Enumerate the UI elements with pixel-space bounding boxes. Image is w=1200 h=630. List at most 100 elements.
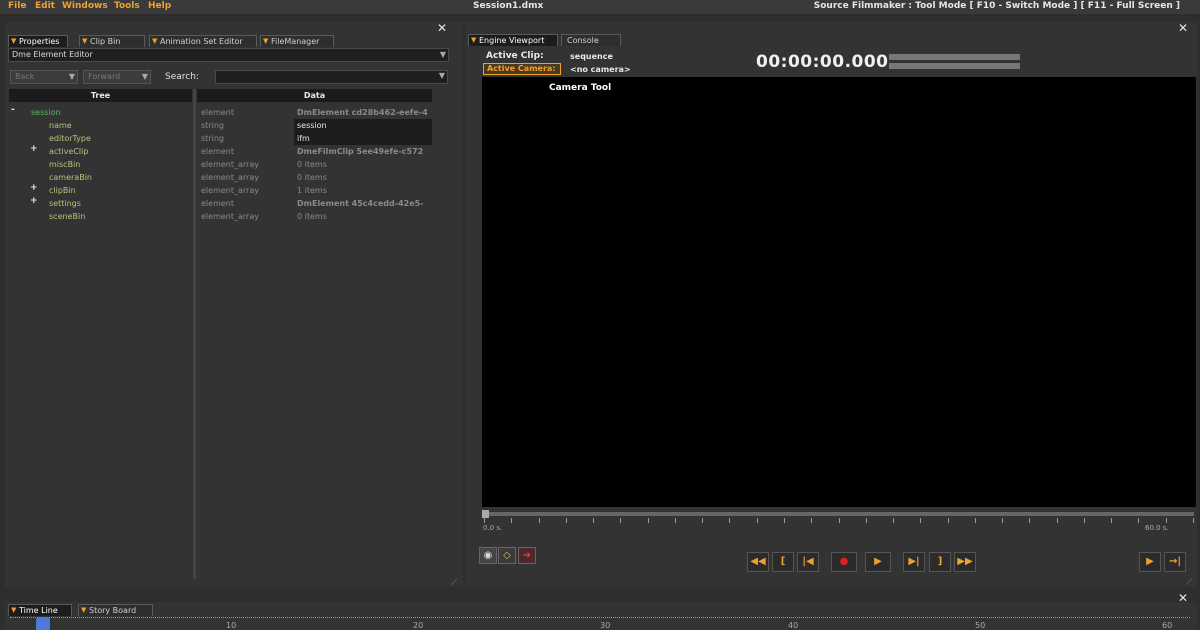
viewport-time-ruler bbox=[484, 518, 1194, 523]
tab-menu-arrow-icon: ▼ bbox=[263, 37, 269, 45]
tree-node-type: element bbox=[201, 108, 234, 117]
tab-menu-arrow-icon: ▼ bbox=[152, 37, 158, 45]
active-clip-value: sequence bbox=[570, 52, 613, 61]
scrubber-handle[interactable] bbox=[482, 510, 489, 518]
forward-button[interactable]: Forward ▼ bbox=[83, 70, 151, 84]
resize-grip-icon[interactable]: ⟋ bbox=[451, 578, 457, 588]
resize-grip-icon[interactable]: ⟋ bbox=[1186, 578, 1192, 588]
tree-node-name[interactable]: session bbox=[31, 106, 61, 119]
range-start-label: 0.0 s. bbox=[483, 524, 503, 532]
engine-viewport[interactable] bbox=[482, 77, 1196, 507]
fast-forward-button[interactable]: ▶▶ bbox=[954, 552, 976, 572]
timecode-display: 00:00:00.000 bbox=[756, 52, 889, 72]
timeline-tick-label: 60 bbox=[1162, 621, 1173, 630]
menu-edit[interactable]: Edit bbox=[35, 1, 55, 11]
rewind-button[interactable]: ◀◀ bbox=[747, 552, 769, 572]
editor-type-value: Dme Element Editor bbox=[12, 50, 93, 59]
close-icon[interactable]: ✕ bbox=[1178, 22, 1188, 34]
play-forward-button[interactable]: ▶ bbox=[1139, 552, 1161, 572]
chevron-down-icon: ▼ bbox=[439, 50, 446, 59]
tab-properties[interactable]: ▼ Properties bbox=[8, 35, 68, 47]
level-meter bbox=[889, 63, 1020, 69]
tab-menu-arrow-icon: ▼ bbox=[11, 37, 17, 45]
chevron-down-icon: ▼ bbox=[68, 72, 75, 81]
tree-node-name[interactable]: miscBin bbox=[49, 158, 80, 171]
jump-to-end-button[interactable]: →| bbox=[1164, 552, 1186, 572]
document-title: Session1.dmx bbox=[473, 1, 544, 11]
tab-animation-set-editor[interactable]: ▼ Animation Set Editor bbox=[149, 35, 257, 47]
expand-icon[interactable]: + bbox=[30, 144, 38, 154]
close-icon[interactable]: ✕ bbox=[1178, 592, 1188, 604]
tree-node-value: 0 items bbox=[297, 212, 327, 221]
tree-node-type: element_array bbox=[201, 212, 259, 221]
tree-node-type: string bbox=[201, 134, 224, 143]
tree-node-name[interactable]: clipBin bbox=[49, 184, 76, 197]
tab-menu-arrow-icon: ▼ bbox=[82, 37, 88, 45]
menu-help[interactable]: Help bbox=[148, 1, 171, 11]
tree-node-value: DmElement 45c4cedd-42e5- bbox=[297, 199, 424, 208]
tab-story-board[interactable]: ▼ Story Board bbox=[78, 604, 153, 616]
close-icon[interactable]: ✕ bbox=[437, 22, 447, 34]
time-scrubber[interactable] bbox=[484, 512, 1194, 516]
expand-icon[interactable]: + bbox=[30, 196, 38, 206]
back-label: Back bbox=[15, 72, 35, 81]
work-camera-icon[interactable]: ➜ bbox=[518, 547, 536, 564]
record-button[interactable]: ● bbox=[831, 552, 857, 572]
chevron-down-icon: ▼ bbox=[141, 72, 148, 81]
menubar: File Edit Windows Tools Help Session1.dm… bbox=[0, 0, 1200, 14]
tree-node-name[interactable]: editorType bbox=[49, 132, 91, 145]
range-end-label: 60.0 s. bbox=[1145, 524, 1169, 532]
tab-menu-arrow-icon: ▼ bbox=[11, 606, 17, 614]
tab-clip-bin[interactable]: ▼ Clip Bin bbox=[79, 35, 145, 47]
tree-node-value: 0 items bbox=[297, 173, 327, 182]
tree-node-value: DmElement cd28b462-eefe-4 bbox=[297, 108, 428, 117]
eye-icon[interactable]: ◉ bbox=[479, 547, 497, 564]
tree-node-name[interactable]: sceneBin bbox=[49, 210, 85, 223]
tree-value-field[interactable]: ifm bbox=[294, 132, 432, 145]
tree-node-name[interactable]: activeClip bbox=[49, 145, 88, 158]
play-button[interactable]: ▶ bbox=[865, 552, 891, 572]
tab-menu-arrow-icon: ▼ bbox=[471, 36, 477, 44]
tab-filemanager[interactable]: ▼ FileManager bbox=[260, 35, 334, 47]
tree-node-type: element_array bbox=[201, 173, 259, 182]
menu-windows[interactable]: Windows bbox=[62, 1, 108, 11]
tree-node-name[interactable]: settings bbox=[49, 197, 81, 210]
tree-node-value: 0 items bbox=[297, 160, 327, 169]
timeline-tick-label: 30 bbox=[600, 621, 611, 630]
tree-node-value: DmeFilmClip 5ee49efe-c572 bbox=[297, 147, 424, 156]
search-label: Search: bbox=[165, 72, 199, 82]
tree-node-type: element bbox=[201, 199, 234, 208]
search-input[interactable]: ▼ bbox=[215, 70, 448, 84]
timeline-tick-label: 50 bbox=[975, 621, 986, 630]
column-header-tree[interactable]: Tree bbox=[9, 89, 192, 102]
collapse-icon[interactable]: - bbox=[11, 105, 15, 115]
tree-node-value: 1 items bbox=[297, 186, 327, 195]
chevron-down-icon: ▼ bbox=[438, 71, 445, 80]
editor-type-select[interactable]: Dme Element Editor ▼ bbox=[8, 48, 449, 62]
expand-icon[interactable]: + bbox=[30, 183, 38, 193]
level-meter bbox=[889, 54, 1020, 60]
mark-out-button[interactable]: ] bbox=[929, 552, 951, 572]
column-header-data[interactable]: Data bbox=[197, 89, 432, 102]
timeline-tick-label: 10 bbox=[226, 621, 237, 630]
timeline-playhead[interactable] bbox=[36, 617, 50, 630]
tab-console[interactable]: Console bbox=[561, 34, 621, 46]
tree-value-field[interactable]: session bbox=[294, 119, 432, 132]
timeline-tick-label: 40 bbox=[788, 621, 799, 630]
back-button[interactable]: Back ▼ bbox=[10, 70, 78, 84]
mark-in-button[interactable]: [ bbox=[772, 552, 794, 572]
tree-node-name[interactable]: name bbox=[49, 119, 72, 132]
step-forward-button[interactable]: ▶| bbox=[903, 552, 925, 572]
tab-time-line[interactable]: ▼ Time Line bbox=[8, 604, 72, 616]
tab-engine-viewport[interactable]: ▼ Engine Viewport bbox=[468, 34, 558, 46]
column-splitter[interactable] bbox=[193, 89, 196, 579]
step-back-button[interactable]: |◀ bbox=[797, 552, 819, 572]
active-camera-label[interactable]: Active Camera: bbox=[483, 63, 561, 75]
camera-select-icon[interactable]: ◇ bbox=[498, 547, 516, 564]
camera-tool-overlay: Camera Tool bbox=[549, 83, 612, 93]
tree-node-name[interactable]: cameraBin bbox=[49, 171, 92, 184]
menu-tools[interactable]: Tools bbox=[114, 1, 140, 11]
forward-label: Forward bbox=[88, 72, 121, 81]
menu-file[interactable]: File bbox=[8, 1, 26, 11]
mode-info: Source Filmmaker : Tool Mode [ F10 - Swi… bbox=[813, 1, 1180, 11]
